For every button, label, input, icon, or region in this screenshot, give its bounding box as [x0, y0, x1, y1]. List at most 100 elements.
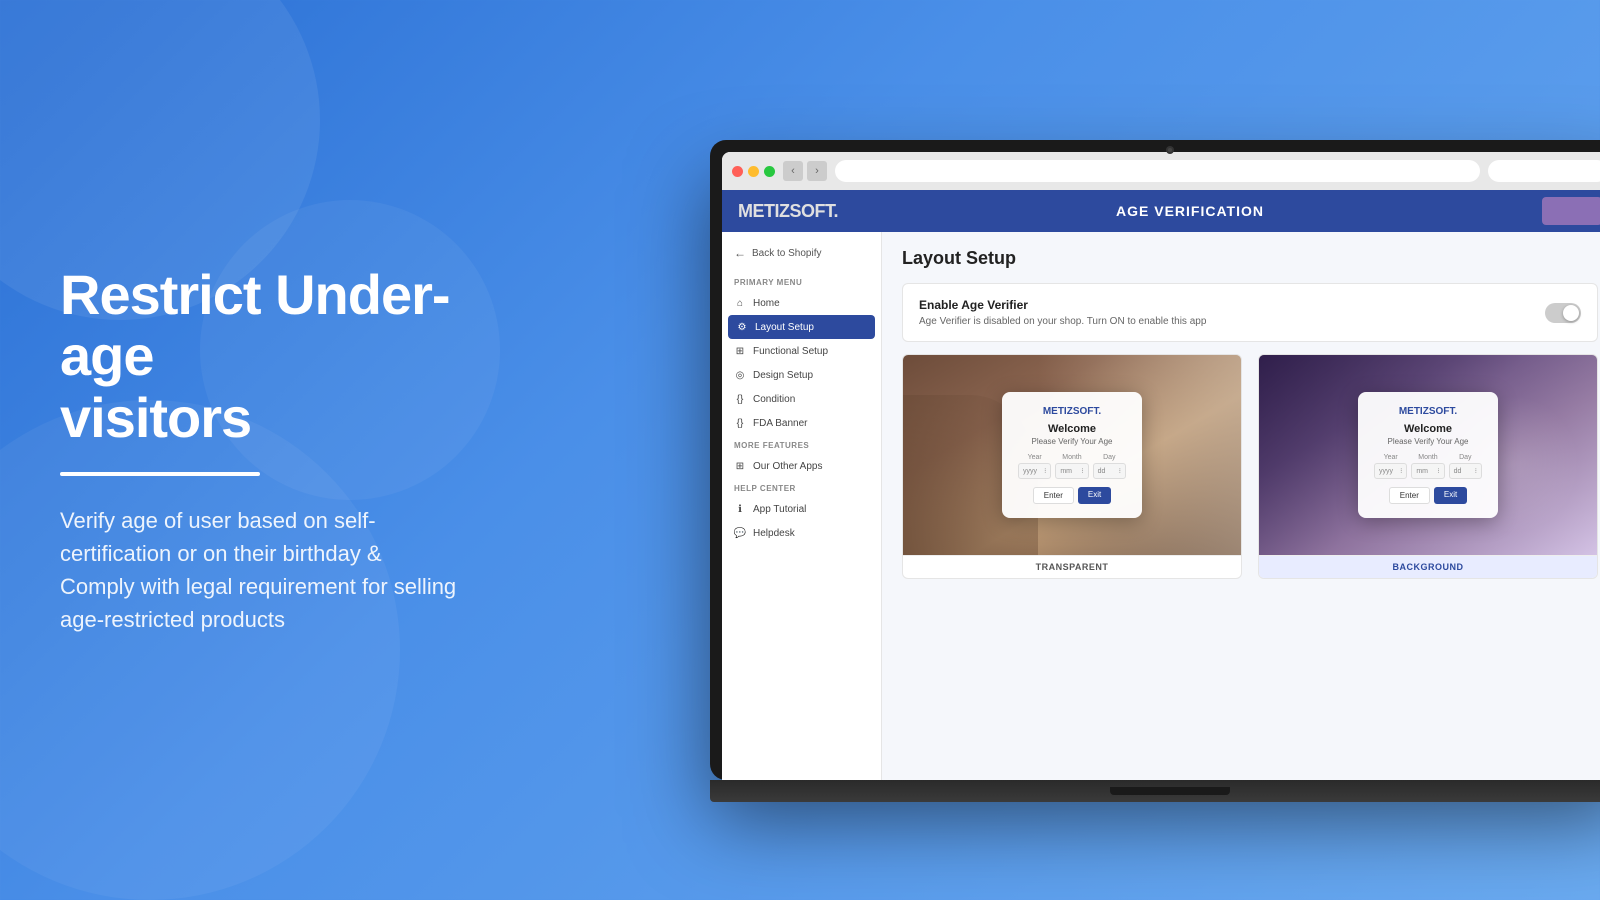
help-center-label: HELP CENTER [722, 478, 881, 497]
month-input-background[interactable]: mm ⁝ [1411, 463, 1444, 479]
enable-age-verifier-card: Enable Age Verifier Age Verifier is disa… [902, 283, 1598, 342]
back-to-shopify-label: Back to Shopify [752, 248, 821, 259]
month-label-background: Month [1411, 454, 1444, 461]
modal-welcome-background: Welcome [1374, 423, 1482, 435]
sidebar-item-home[interactable]: ⌂ Home [722, 291, 881, 315]
day-field-background: Day dd ⁝ [1449, 454, 1482, 479]
exit-button-background[interactable]: Exit [1434, 487, 1467, 504]
year-label-background: Year [1374, 454, 1407, 461]
apps-icon: ⊞ [734, 460, 746, 472]
app-body: ← Back to Shopify PRIMARY MENU ⌂ Home ⚙ … [722, 232, 1600, 780]
modal-buttons-transparent: Enter Exit [1018, 487, 1126, 504]
enter-button-background[interactable]: Enter [1389, 487, 1430, 504]
app-logo: METIZSOFT. [738, 201, 838, 222]
eye-icon: ◎ [734, 369, 746, 381]
address-bar[interactable] [835, 160, 1480, 182]
vape-background-bg: METIZSOFT. Welcome Please Verify Your Ag… [1259, 355, 1597, 555]
year-field-background: Year yyyy ⁝ [1374, 454, 1407, 479]
left-panel: Restrict Under-age visitors Verify age o… [0, 0, 520, 900]
back-arrow-icon: ← [734, 246, 746, 260]
modal-welcome-transparent: Welcome [1018, 423, 1126, 435]
laptop-camera [1166, 146, 1174, 154]
primary-menu-label: PRIMARY MENU [722, 272, 881, 291]
modal-buttons-background: Enter Exit [1374, 487, 1482, 504]
laptop-base [710, 780, 1600, 802]
chat-icon: 💬 [734, 527, 746, 539]
sidebar-item-fda-banner[interactable]: {} FDA Banner [722, 411, 881, 435]
sidebar-item-condition[interactable]: {} Condition [722, 387, 881, 411]
enable-card-description: Age Verifier is disabled on your shop. T… [919, 316, 1206, 327]
themes-row: METIZSOFT. Welcome Please Verify Your Ag… [902, 354, 1598, 579]
app-topbar-right-element [1542, 197, 1600, 225]
day-input-transparent[interactable]: dd ⁝ [1093, 463, 1126, 479]
page-title: Layout Setup [902, 248, 1598, 269]
browser-search[interactable] [1488, 160, 1600, 182]
vape-background-transparent: METIZSOFT. Welcome Please Verify Your Ag… [903, 355, 1241, 555]
home-label: Home [753, 298, 780, 309]
modal-date-row-background: Year yyyy ⁝ Mo [1374, 454, 1482, 479]
info-icon: ℹ [734, 503, 746, 515]
laptop-notch [1110, 787, 1230, 795]
enable-card-title: Enable Age Verifier [919, 298, 1206, 312]
app-topbar: METIZSOFT. AGE VERIFICATION [722, 190, 1600, 232]
main-content-area: Layout Setup Enable Age Verifier Age Ver… [882, 232, 1600, 780]
modal-subtitle-transparent: Please Verify Your Age [1018, 437, 1126, 446]
other-apps-label: Our Other Apps [753, 461, 822, 472]
background-modal: METIZSOFT. Welcome Please Verify Your Ag… [1358, 392, 1498, 518]
app-tutorial-label: App Tutorial [753, 504, 806, 515]
background-label[interactable]: BACKGROUND [1259, 555, 1597, 578]
sidebar: ← Back to Shopify PRIMARY MENU ⌂ Home ⚙ … [722, 232, 882, 780]
main-heading: Restrict Under-age visitors [60, 264, 460, 449]
layout-setup-label: Layout Setup [755, 322, 814, 333]
month-field-background: Month mm ⁝ [1411, 454, 1444, 479]
year-field-transparent: Year yyyy ⁝ [1018, 454, 1051, 479]
sidebar-item-functional-setup[interactable]: ⊞ Functional Setup [722, 339, 881, 363]
traffic-lights [732, 166, 775, 177]
laptop-container: ‹ › METIZSOFT. AGE VERIFICATION [710, 140, 1600, 840]
sidebar-item-helpdesk[interactable]: 💬 Helpdesk [722, 521, 881, 545]
forward-nav-button[interactable]: › [807, 161, 827, 181]
back-nav-button[interactable]: ‹ [783, 161, 803, 181]
condition-label: Condition [753, 394, 795, 405]
enter-button-transparent[interactable]: Enter [1033, 487, 1074, 504]
gear-icon: ⚙ [736, 321, 748, 333]
browser-chrome: ‹ › [722, 152, 1600, 190]
exit-button-transparent[interactable]: Exit [1078, 487, 1111, 504]
transparent-label[interactable]: TRANSPARENT [903, 555, 1241, 578]
app-content: METIZSOFT. AGE VERIFICATION ← Back to Sh… [722, 190, 1600, 780]
sidebar-item-layout-setup[interactable]: ⚙ Layout Setup [728, 315, 875, 339]
sidebar-item-other-apps[interactable]: ⊞ Our Other Apps [722, 454, 881, 478]
nav-buttons: ‹ › [783, 161, 827, 181]
modal-logo-background: METIZSOFT. [1374, 406, 1482, 417]
laptop-shell: ‹ › METIZSOFT. AGE VERIFICATION [710, 140, 1600, 780]
helpdesk-label: Helpdesk [753, 528, 795, 539]
brackets-icon: {} [734, 393, 746, 405]
browser-window: ‹ › METIZSOFT. AGE VERIFICATION [722, 152, 1600, 780]
enable-toggle[interactable] [1545, 303, 1581, 323]
modal-date-row-transparent: Year yyyy ⁝ Mo [1018, 454, 1126, 479]
theme-card-background[interactable]: METIZSOFT. Welcome Please Verify Your Ag… [1258, 354, 1598, 579]
app-title: AGE VERIFICATION [838, 203, 1542, 219]
card-info: Enable Age Verifier Age Verifier is disa… [919, 298, 1206, 327]
modal-subtitle-background: Please Verify Your Age [1374, 437, 1482, 446]
day-label-background: Day [1449, 454, 1482, 461]
sidebar-item-design-setup[interactable]: ◎ Design Setup [722, 363, 881, 387]
functional-setup-label: Functional Setup [753, 346, 828, 357]
modal-logo-transparent: METIZSOFT. [1018, 406, 1126, 417]
main-description: Verify age of user based on self-certifi… [60, 504, 460, 636]
fda-icon: {} [734, 417, 746, 429]
day-input-background[interactable]: dd ⁝ [1449, 463, 1482, 479]
traffic-light-red[interactable] [732, 166, 743, 177]
traffic-light-green[interactable] [764, 166, 775, 177]
month-input-transparent[interactable]: mm ⁝ [1055, 463, 1088, 479]
year-label-transparent: Year [1018, 454, 1051, 461]
sidebar-item-app-tutorial[interactable]: ℹ App Tutorial [722, 497, 881, 521]
year-input-background[interactable]: yyyy ⁝ [1374, 463, 1407, 479]
traffic-light-yellow[interactable] [748, 166, 759, 177]
back-to-shopify-button[interactable]: ← Back to Shopify [722, 240, 881, 266]
more-features-label: MORE FEATURES [722, 435, 881, 454]
fda-banner-label: FDA Banner [753, 418, 807, 429]
year-input-transparent[interactable]: yyyy ⁝ [1018, 463, 1051, 479]
theme-card-transparent[interactable]: METIZSOFT. Welcome Please Verify Your Ag… [902, 354, 1242, 579]
design-setup-label: Design Setup [753, 370, 813, 381]
